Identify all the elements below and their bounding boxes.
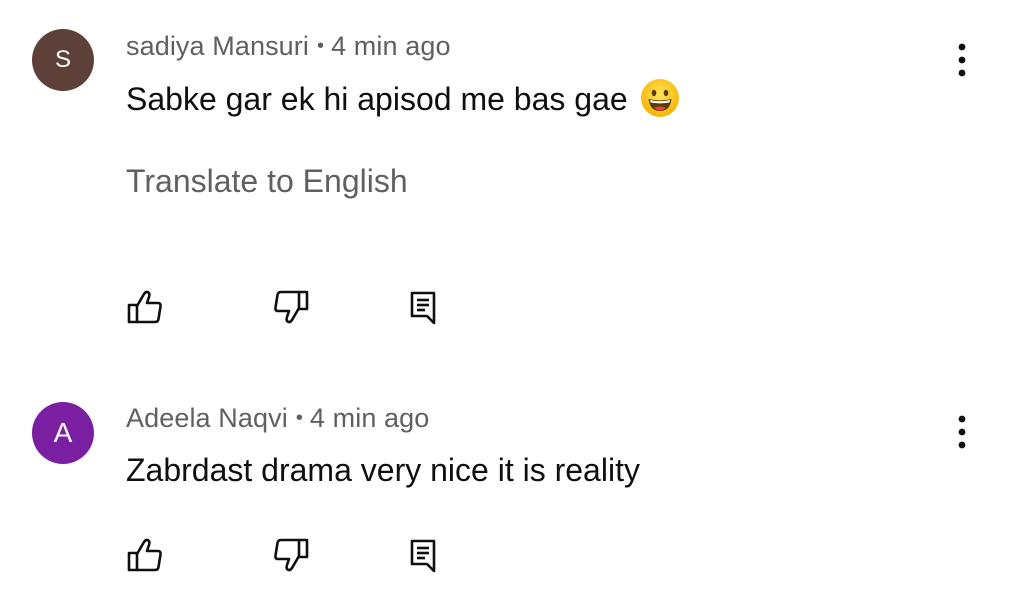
author-name[interactable]: sadiya Mansuri <box>126 31 309 61</box>
reply-button[interactable] <box>401 285 445 329</box>
grinning-face-emoji <box>640 78 680 118</box>
thumbs-up-icon <box>127 538 162 572</box>
reply-icon <box>410 539 436 573</box>
avatar[interactable]: A <box>32 402 94 464</box>
like-button[interactable] <box>123 533 167 577</box>
comment-header: sadiya Mansuri • 4 min ago <box>126 31 451 62</box>
comment-time: 4 min ago <box>309 403 430 433</box>
more-vert-icon <box>958 415 966 449</box>
translate-link[interactable]: Translate to English <box>126 163 408 200</box>
dislike-button[interactable] <box>269 533 313 577</box>
dislike-button[interactable] <box>269 285 313 329</box>
more-options-button[interactable] <box>944 38 980 82</box>
avatar-letter: S <box>54 46 71 73</box>
more-options-button[interactable] <box>944 410 980 454</box>
thumbs-down-icon <box>274 290 309 324</box>
comment-body: Zabrdast drama very nice it is reality <box>126 452 640 488</box>
separator-dot: • <box>316 35 325 57</box>
comment-item: S sadiya Mansuri • 4 min ago Sabke gar ek … <box>0 0 1024 370</box>
reply-button[interactable] <box>401 533 445 577</box>
comments-page: S sadiya Mansuri • 4 min ago Sabke gar ek … <box>0 0 1024 605</box>
comment-text: Sabke gar ek hi apisod me bas gae <box>126 79 680 119</box>
author-name[interactable]: Adeela Naqvi <box>126 403 288 433</box>
comment-item: A Adeela Naqvi • 4 min ago Zabrdast drama … <box>0 370 1024 605</box>
reply-icon <box>410 291 436 325</box>
comment-time: 4 min ago <box>331 31 451 61</box>
like-button[interactable] <box>123 285 167 329</box>
comment-body: Sabke gar ek hi apisod me bas gae <box>126 80 628 117</box>
more-vert-icon <box>958 43 966 77</box>
comment-header: Adeela Naqvi • 4 min ago <box>126 403 429 434</box>
thumbs-down-icon <box>274 538 309 572</box>
comment-text: Zabrdast drama very nice it is reality <box>126 452 640 489</box>
avatar-letter: A <box>53 417 73 448</box>
thumbs-up-icon <box>127 290 162 324</box>
avatar[interactable]: S <box>32 29 94 91</box>
separator-dot: • <box>295 407 303 429</box>
